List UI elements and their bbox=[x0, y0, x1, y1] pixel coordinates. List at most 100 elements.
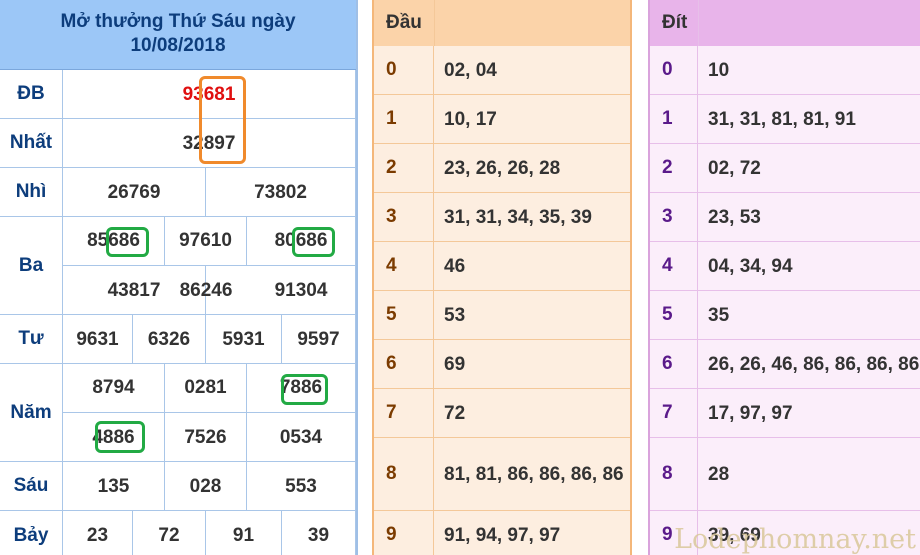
highlight-box-green bbox=[106, 227, 149, 257]
prize-value: 39 bbox=[282, 511, 356, 555]
header-divider bbox=[698, 0, 699, 46]
results-table: Mở thưởng Thứ Sáu ngày 10/08/2018 ĐB 936… bbox=[0, 0, 358, 555]
dit-row-key: 1 bbox=[650, 95, 698, 143]
dit-row-values: 02, 72 bbox=[708, 157, 761, 179]
highlight-box-orange bbox=[199, 76, 246, 164]
prize-value: 6326 bbox=[133, 315, 206, 364]
dau-row-values: 46 bbox=[444, 255, 466, 277]
dau-row-values: 72 bbox=[444, 402, 466, 424]
dit-row-key: 5 bbox=[650, 291, 698, 339]
row-label: Năm bbox=[0, 364, 63, 461]
dau-row-key: 2 bbox=[374, 144, 434, 192]
row-tu: Tư 9631 6326 5931 9597 bbox=[0, 315, 356, 364]
dit-row: 7 17, 97, 97 bbox=[650, 389, 920, 438]
row-nhat: Nhất 32897 bbox=[0, 119, 356, 168]
row-sau: Sáu 135 028 553 bbox=[0, 462, 356, 511]
highlight-box-green bbox=[95, 421, 145, 453]
results-title-date: 10/08/2018 bbox=[130, 35, 226, 56]
header-divider bbox=[434, 0, 435, 46]
prize-value: 553 bbox=[247, 462, 356, 511]
dau-row: 4 46 bbox=[374, 242, 630, 291]
prize-value: 73802 bbox=[206, 168, 356, 217]
dau-row: 3 31, 31, 34, 35, 39 bbox=[374, 193, 630, 242]
highlight-box-green bbox=[281, 374, 328, 405]
dit-header: Đít bbox=[650, 0, 920, 46]
dit-row-values: 35 bbox=[708, 304, 730, 326]
dau-row: 2 23, 26, 26, 28 bbox=[374, 144, 630, 193]
prize-value: 9631 bbox=[63, 315, 133, 364]
dau-row-key: 4 bbox=[374, 242, 434, 290]
prize-value: 0281 bbox=[165, 364, 247, 413]
dit-row: 3 23, 53 bbox=[650, 193, 920, 242]
dit-row: 2 02, 72 bbox=[650, 144, 920, 193]
prize-value: 86246 bbox=[179, 279, 233, 301]
dit-row-key: 7 bbox=[650, 389, 698, 437]
dau-header: Đầu bbox=[374, 0, 630, 46]
dit-row-values: 17, 97, 97 bbox=[708, 402, 793, 424]
row-label: Sáu bbox=[0, 462, 63, 510]
dit-row: 6 26, 26, 46, 86, 86, 86, 86 bbox=[650, 340, 920, 389]
dau-row-values: 10, 17 bbox=[444, 108, 497, 130]
row-label: Nhất bbox=[0, 119, 63, 167]
prize-value: 135 bbox=[63, 462, 165, 511]
dit-row-values: 31, 31, 81, 81, 91 bbox=[708, 108, 856, 130]
row-label: Bảy bbox=[0, 511, 63, 555]
dau-row-values: 53 bbox=[444, 304, 466, 326]
dau-row-key: 6 bbox=[374, 340, 434, 388]
dit-row-values: 28 bbox=[708, 463, 730, 485]
dit-row-key: 8 bbox=[650, 438, 698, 510]
highlight-box-green bbox=[292, 227, 335, 257]
dau-table: Đầu 0 02, 04 1 10, 17 2 23, 26, 26, 28 3 31, 31… bbox=[372, 0, 632, 555]
dau-row-key: 3 bbox=[374, 193, 434, 241]
dit-row-values: 26, 26, 46, 86, 86, 86, 86 bbox=[708, 353, 920, 375]
dau-row: 7 72 bbox=[374, 389, 630, 438]
prize-value: 0534 bbox=[247, 413, 356, 462]
row-bay: Bảy 23 72 91 39 bbox=[0, 511, 356, 555]
dau-row: 9 91, 94, 97, 97 bbox=[374, 511, 630, 555]
dit-row-values: 23, 53 bbox=[708, 206, 761, 228]
dit-row-values: 04, 34, 94 bbox=[708, 255, 793, 277]
dau-row-values: 31, 31, 34, 35, 39 bbox=[444, 206, 592, 228]
dau-row-key: 1 bbox=[374, 95, 434, 143]
prize-value: 26769 bbox=[63, 168, 206, 217]
prize-value: 9597 bbox=[282, 315, 356, 364]
dau-row-values: 81, 81, 86, 86, 86, 86 bbox=[444, 463, 624, 485]
dau-header-label: Đầu bbox=[386, 12, 422, 33]
row-nhi: Nhì 26769 73802 bbox=[0, 168, 356, 217]
prize-value: 7526 bbox=[165, 413, 247, 462]
dau-row-key: 0 bbox=[374, 46, 434, 94]
dit-row-key: 3 bbox=[650, 193, 698, 241]
dau-row-key: 9 bbox=[374, 511, 434, 555]
dit-row-key: 2 bbox=[650, 144, 698, 192]
prize-value: 97610 bbox=[165, 217, 247, 266]
prize-value: 91304 bbox=[247, 266, 356, 315]
results-title: Mở thưởng Thứ Sáu ngày 10/08/2018 bbox=[0, 0, 356, 70]
dau-row-values: 91, 94, 97, 97 bbox=[444, 524, 561, 546]
dau-row-key: 5 bbox=[374, 291, 434, 339]
prize-value: 8794 bbox=[63, 364, 165, 413]
row-db: ĐB 93681 bbox=[0, 70, 356, 119]
dau-row: 1 10, 17 bbox=[374, 95, 630, 144]
results-title-line1: Mở thưởng Thứ Sáu ngày bbox=[60, 11, 296, 32]
dit-row-values: 10 bbox=[708, 59, 730, 81]
prize-value: 028 bbox=[165, 462, 247, 511]
dit-table: Đít 0 10 1 31, 31, 81, 81, 91 2 02, 72 3 23, 53… bbox=[648, 0, 920, 555]
dau-row: 8 81, 81, 86, 86, 86, 86 bbox=[374, 438, 630, 511]
dit-row-key: 4 bbox=[650, 242, 698, 290]
dit-row: 5 35 bbox=[650, 291, 920, 340]
row-label: Nhì bbox=[0, 168, 63, 216]
dau-row: 5 53 bbox=[374, 291, 630, 340]
dau-row-key: 8 bbox=[374, 438, 434, 510]
dau-row: 0 02, 04 bbox=[374, 46, 630, 95]
dau-row-values: 69 bbox=[444, 353, 466, 375]
prize-value: 23 bbox=[63, 511, 133, 555]
row-label: ĐB bbox=[0, 70, 63, 118]
dau-row-key: 7 bbox=[374, 389, 434, 437]
dit-header-label: Đít bbox=[662, 12, 688, 33]
dit-row: 8 28 bbox=[650, 438, 920, 511]
dit-row: 0 10 bbox=[650, 46, 920, 95]
prize-value: 72 bbox=[133, 511, 206, 555]
prize-value: 91 bbox=[206, 511, 282, 555]
dau-row: 6 69 bbox=[374, 340, 630, 389]
dit-row-key: 6 bbox=[650, 340, 698, 388]
